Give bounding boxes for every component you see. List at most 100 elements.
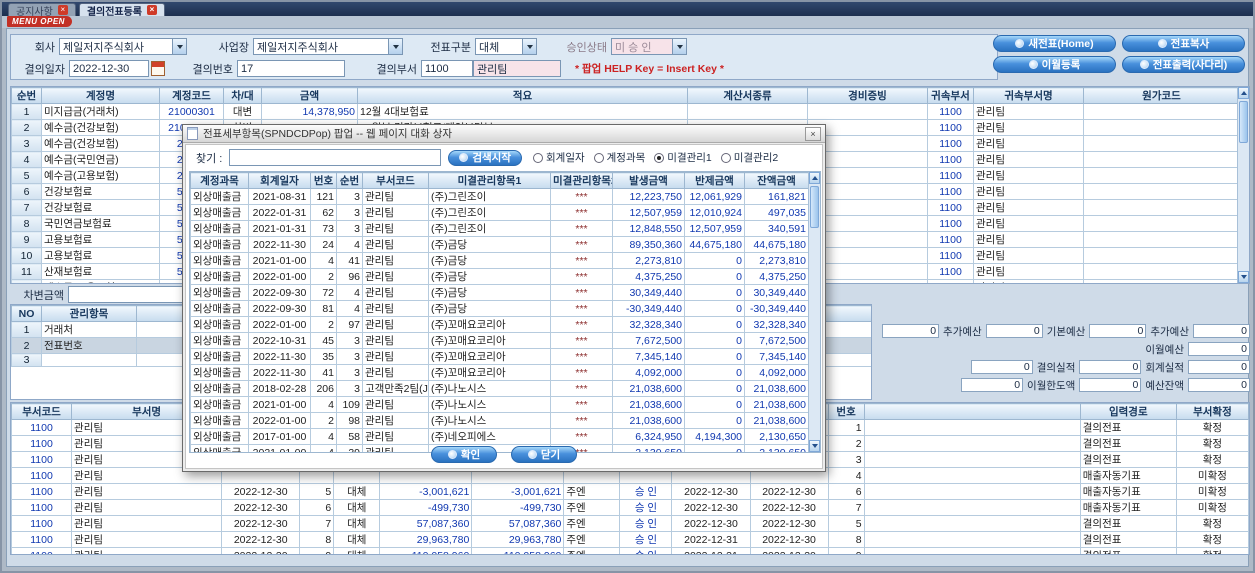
table-row[interactable]: 외상매출금 2017-01-00 4 58 관리팀 (주)네오피에스 *** 6,324,95…: [190, 428, 809, 445]
tab-close-icon[interactable]: ×: [57, 5, 68, 15]
popup-result-table: 계정과목 회계일자 번호 순번 부서코드 미결관리항목1 미결관리항목2 발생금액 반제금액 잔액…: [190, 172, 809, 452]
budget-field: 0: [961, 378, 1024, 392]
bizplace-value: 제일저지주식회사: [257, 41, 338, 54]
toolbar: 새전표(Home) 전표복사 이월등록 전표출력(사다리): [993, 35, 1245, 73]
menu-open-button[interactable]: MENU OPEN: [7, 16, 72, 27]
table-row[interactable]: 1100관리팀2022-12-309대체110,058,960110,058,9…: [11, 547, 1249, 554]
column-header: 잔액금액: [744, 172, 809, 189]
popup-titlebar[interactable]: 전표세부항목(SPNDCDPop) 팝업 -- 웹 페이지 대화 상자 ×: [183, 125, 825, 143]
table-row[interactable]: 1100 관리팀 2022-12-30 6 대체 -499,730 -499,730 주엔 승 …: [11, 499, 1249, 516]
popup-search-row: 찾기 : 검색시작 회계일자 계정과목 미결관리1 미결관리2: [186, 145, 822, 170]
table-row[interactable]: 외상매출금 2021-01-00 4 41 관리팀 (주)금당 *** 2,273,810 0 2…: [190, 252, 809, 269]
table-row[interactable]: 외상매출금 2022-09-30 81 4 관리팀 (주)금당 *** -30,349,440…: [190, 300, 809, 317]
table-row[interactable]: 외상매출금 2022-01-00 2 98 관리팀 (주)나노시스 *** 21,038,60…: [190, 412, 809, 429]
column-header: 계정명: [41, 87, 160, 104]
slip-type-select[interactable]: 대체: [475, 38, 537, 55]
table-row[interactable]: 외상매출금 2021-08-31 121 3 관리팀 (주)그린조이 *** 12,223,7…: [190, 188, 809, 205]
slip-type-value: 대체: [479, 41, 500, 54]
column-header: [863, 403, 1081, 420]
column-header: 차/대: [223, 87, 262, 104]
budget-field: 0: [1188, 378, 1250, 392]
button-icon: [527, 450, 537, 459]
slip-no-input[interactable]: 17: [237, 60, 345, 77]
help-key-hint: * 팝업 HELP Key = Insert Key *: [575, 63, 724, 75]
table-row[interactable]: 외상매출금 2022-01-31 62 3 관리팀 (주)그린조이 *** 12,507,95…: [190, 204, 809, 221]
radio-option[interactable]: 계정과목: [593, 150, 645, 165]
scroll-thumb[interactable]: [1239, 101, 1248, 143]
scroll-down-icon[interactable]: [1238, 271, 1249, 283]
table-row[interactable]: 1100 관리팀 2022-12-30 8 대체 29,963,780 29,963,780…: [11, 531, 1249, 548]
company-select[interactable]: 제일저지주식회사: [59, 38, 187, 55]
approval-select[interactable]: 미 승 인: [611, 38, 687, 55]
table-row[interactable]: 외상매출금 2021-01-31 73 3 관리팀 (주)그린조이 *** 12,848,55…: [190, 220, 809, 237]
approval-label: 승인상태: [566, 41, 607, 54]
vertical-scrollbar[interactable]: [808, 172, 820, 452]
column-header: 번호: [827, 403, 865, 420]
radio-dot-icon: [654, 152, 665, 163]
search-input[interactable]: [229, 149, 442, 166]
new-slip-button[interactable]: 새전표(Home): [993, 35, 1116, 52]
table-row[interactable]: 외상매출금 2022-10-31 45 3 관리팀 (주)꼬매요코리아 *** 7,672,5…: [190, 332, 809, 349]
dept-code-input[interactable]: 1100: [421, 60, 473, 77]
scroll-up-icon[interactable]: [809, 172, 820, 184]
column-header: 부서확정: [1175, 403, 1249, 420]
copy-slip-button[interactable]: 전표복사: [1122, 35, 1245, 52]
tab-notice[interactable]: 공지사항 ×: [8, 3, 76, 18]
table-row[interactable]: 외상매출금 2022-01-00 2 96 관리팀 (주)금당 *** 4,375,250 0 4…: [190, 268, 809, 285]
column-header: 부서코드: [362, 172, 429, 189]
table-row[interactable]: 외상매출금 2022-11-30 41 3 관리팀 (주)꼬매요코리아 *** 4,092,0…: [190, 364, 809, 381]
radio-option[interactable]: 미결관리1: [654, 150, 712, 165]
budget-field: 0: [882, 324, 940, 338]
budget-label: 기본예산: [1046, 325, 1086, 338]
table-row[interactable]: 1100 관리팀 2022-12-30 5 대체 -3,001,621 -3,001,621…: [11, 483, 1249, 500]
slip-date-input[interactable]: 2022-12-30: [69, 60, 149, 77]
bizplace-select[interactable]: 제일저지주식회사: [253, 38, 403, 55]
popup-title-text: 전표세부항목(SPNDCDPop) 팝업 -- 웹 페이지 대화 상자: [203, 128, 453, 140]
table-row[interactable]: 외상매출금 2022-11-30 24 4 관리팀 (주)금당 *** 89,350,360 4…: [190, 236, 809, 253]
table-row[interactable]: 외상매출금 2022-11-30 35 3 관리팀 (주)꼬매요코리아 *** 7,345,1…: [190, 348, 809, 365]
search-start-button[interactable]: 검색시작: [448, 149, 522, 166]
column-header: 회계일자: [248, 172, 311, 189]
slip-date-label: 결의일자: [24, 63, 65, 76]
column-header: 계정코드: [159, 87, 224, 104]
scroll-thumb[interactable]: [810, 186, 819, 228]
dept-label: 결의부서: [376, 63, 417, 76]
table-row[interactable]: 1100 관리팀 2022-12-30 7 대체 57,087,360 57,087,360…: [11, 515, 1249, 532]
budget-field: 0: [1188, 360, 1250, 374]
tab-close-icon[interactable]: ×: [147, 5, 158, 15]
carryover-register-button[interactable]: 이월등록: [993, 56, 1116, 73]
slip-detail-popup: 전표세부항목(SPNDCDPop) 팝업 -- 웹 페이지 대화 상자 × 찾기…: [182, 124, 826, 472]
chevron-down-icon[interactable]: [172, 39, 186, 54]
document-icon: [187, 127, 198, 140]
table-row[interactable]: 외상매출금 2022-09-30 72 4 관리팀 (주)금당 *** 30,349,440 0…: [190, 284, 809, 301]
popup-body: 찾기 : 검색시작 회계일자 계정과목 미결관리1 미결관리2 계정과목 회계일자 번호 순…: [185, 144, 823, 469]
vertical-scrollbar[interactable]: [1237, 87, 1249, 283]
budget-field: 0: [1192, 324, 1250, 338]
scroll-up-icon[interactable]: [1238, 87, 1249, 99]
close-button[interactable]: 닫기: [511, 446, 577, 463]
budget-panel: 0 추가예산 0 기본예산 0 추가예산 0 이월예산 0 0 결의실적 0 회계실적 0 0 이월한도액 0 예…: [882, 304, 1250, 400]
search-label: 찾기 :: [196, 152, 223, 165]
table-row[interactable]: 외상매출금 2021-01-00 4 109 관리팀 (주)나노시스 *** 21,038,6…: [190, 396, 809, 413]
budget-label: 결의실적: [1036, 361, 1076, 374]
approval-value: 미 승 인: [615, 41, 652, 54]
budget-label: 이월한도액: [1027, 379, 1076, 392]
radio-option[interactable]: 미결관리2: [720, 150, 778, 165]
chevron-down-icon[interactable]: [388, 39, 402, 54]
print-slip-button[interactable]: 전표출력(사다리): [1122, 56, 1245, 73]
budget-label: 추가예산: [1150, 325, 1189, 338]
menu-strip: MENU OPEN: [2, 16, 1253, 28]
popup-close-icon[interactable]: ×: [805, 126, 821, 141]
table-row[interactable]: 외상매출금 2018-02-28 206 3 고객만족2팀(J2 (주)나노시스 *** 21…: [190, 380, 809, 397]
calendar-icon[interactable]: [151, 61, 165, 76]
app-window: 공지사항 × 결의전표등록 × MENU OPEN 회사 제일저지주식회사 사업…: [0, 0, 1255, 573]
radio-option[interactable]: 회계일자: [533, 150, 585, 165]
table-row[interactable]: 1 미지급금(거래처) 21000301 대변 14,378,950 12월 4대보험료 1…: [11, 103, 1240, 120]
table-row[interactable]: 외상매출금 2022-01-00 2 97 관리팀 (주)꼬매요코리아 *** 32,328,…: [190, 316, 809, 333]
budget-field: 0: [1089, 324, 1147, 338]
tab-slip-entry[interactable]: 결의전표등록 ×: [78, 3, 166, 18]
chevron-down-icon[interactable]: [522, 39, 536, 54]
column-header: 순번: [336, 172, 363, 189]
confirm-button[interactable]: 확인: [431, 446, 497, 463]
chevron-down-icon[interactable]: [672, 39, 686, 54]
